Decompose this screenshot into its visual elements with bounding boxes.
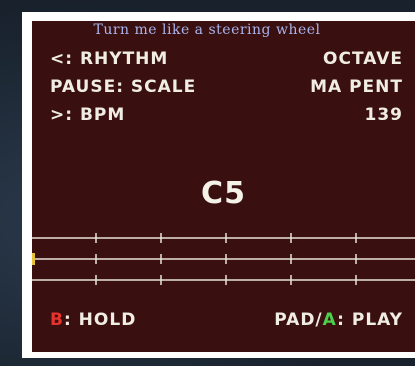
a-button-key: A — [322, 310, 338, 330]
hold-label: : HOLD — [63, 310, 137, 330]
playhead-marker — [32, 253, 35, 265]
scale-value: MA PENT — [310, 77, 403, 97]
instruction-title: Turn me like a steering wheel — [93, 22, 321, 38]
pad-label: PAD/ — [274, 310, 323, 330]
b-button-key: B — [50, 310, 64, 330]
bpm-value: 139 — [364, 105, 403, 125]
hold-hint: B: HOLD — [50, 310, 136, 330]
control-scale-label: PAUSE: SCALE — [50, 77, 197, 97]
control-rhythm-label: <: RHYTHM — [50, 49, 169, 69]
game-screen[interactable]: Turn me like a steering wheel <: RHYTHM … — [32, 21, 415, 352]
play-label: : PLAY — [337, 310, 403, 330]
note-staff — [32, 233, 415, 285]
octave-label: OCTAVE — [323, 49, 403, 69]
current-note: C5 — [201, 176, 246, 211]
play-hint: PAD/A: PLAY — [274, 310, 403, 330]
control-bpm-label: >: BPM — [50, 105, 126, 125]
